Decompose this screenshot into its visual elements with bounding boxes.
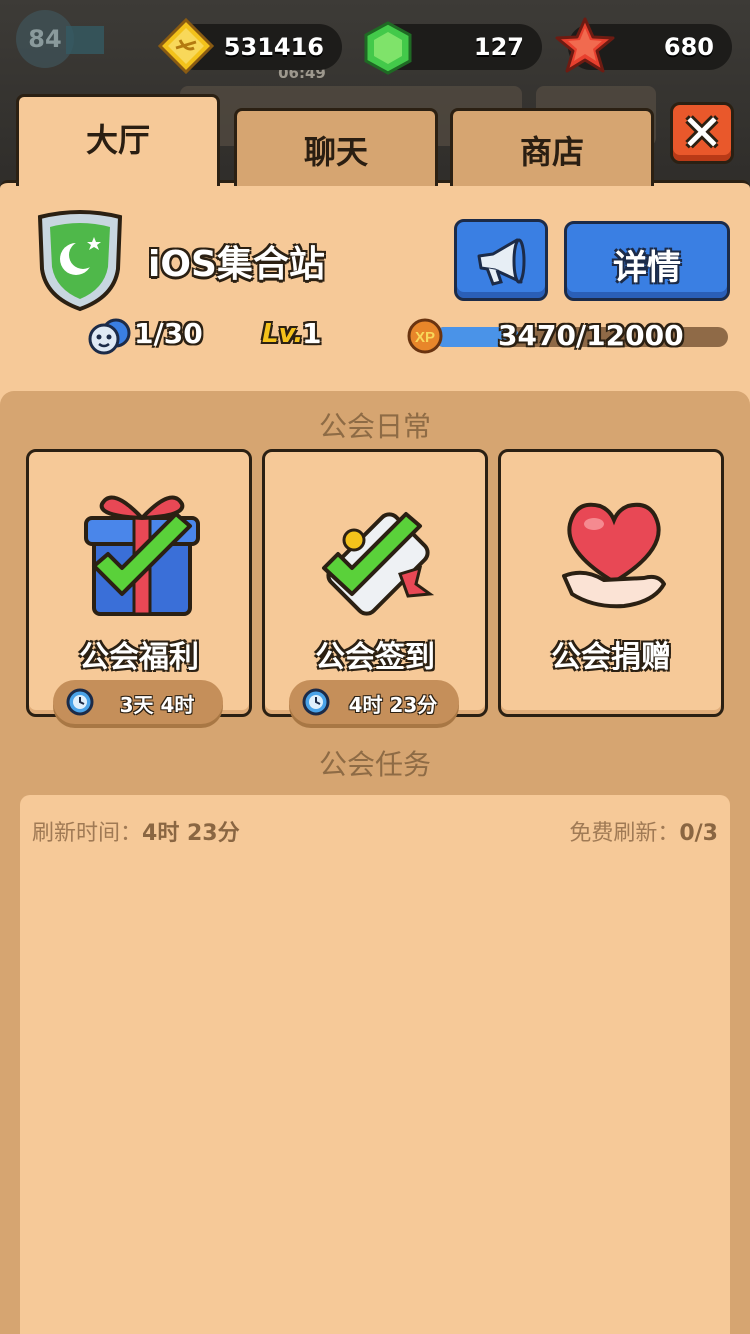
guild-panel: iOS集合站 详情 1/30 Lv. 1 XP 3470/12000 公会日常 … [0,180,750,1334]
xp-text: 3470/12000 [498,319,684,352]
welfare-timer: 3天 4时 [53,680,223,724]
daily-section-title: 公会日常 [318,410,431,443]
details-button-label: 详情 [613,248,681,288]
guild-header: iOS集合站 详情 1/30 Lv. 1 XP 3470/12000 [0,183,750,391]
guild-donate-label: 公会捐赠 [551,640,671,675]
heart-hand-icon [562,502,666,609]
checkin-timer: 4时 23分 [289,680,459,724]
megaphone-icon [477,238,526,286]
player-xp-bar [66,26,104,54]
tab-shop[interactable]: 商店 [450,108,654,186]
tab-chat[interactable]: 聊天 [234,108,438,186]
level-label: Lv. [262,319,304,349]
guild-welfare-card[interactable]: 公会福利 3天 4时 [26,449,252,724]
announcement-button[interactable] [454,219,548,301]
gift-check-icon [84,495,200,616]
gold-coin-icon [158,18,214,74]
details-button[interactable]: 详情 [564,221,730,301]
clock-icon [66,688,94,716]
guild-body: 公会日常 公会福利 3天 4时 公会签到 4时 23分 公会捐赠 公会任务 刷新… [0,391,750,1334]
guild-shield-icon [37,210,123,312]
tasks-list: 刷新时间：4时 23分 免费刷新：0/3 [20,795,730,1334]
guild-name: iOS集合站 [148,244,325,285]
star-icon [555,17,615,73]
gem-value: 127 [473,33,524,61]
guild-checkin-label: 公会签到 [315,640,435,675]
tasks-section-title: 公会任务 [318,748,431,781]
guild-welfare-label: 公会福利 [79,640,199,675]
guild-donate-card[interactable]: 公会捐赠 [498,449,724,717]
xp-icon: XP [407,318,443,354]
tab-lobby[interactable]: 大厅 [16,94,220,186]
guild-level: 1 [302,317,322,350]
close-button[interactable]: ✕ [670,102,734,164]
close-icon: ✕ [681,104,723,162]
free-refresh[interactable]: 免费刷新：0/3 [569,815,718,847]
welfare-timer-text: 3天 4时 [119,693,195,717]
guild-checkin-card[interactable]: 公会签到 4时 23分 [262,449,488,724]
gold-value: 531416 [223,33,324,61]
checkin-timer-text: 4时 23分 [348,693,438,717]
star-value: 680 [663,33,714,61]
members-count: 1/30 [134,317,203,350]
gem-icon [364,21,412,75]
svg-text:XP: XP [415,329,435,346]
refresh-time: 刷新时间：4时 23分 [32,821,240,846]
members-icon [88,318,131,355]
scroll-check-icon [322,512,435,616]
clock-icon [302,688,330,716]
